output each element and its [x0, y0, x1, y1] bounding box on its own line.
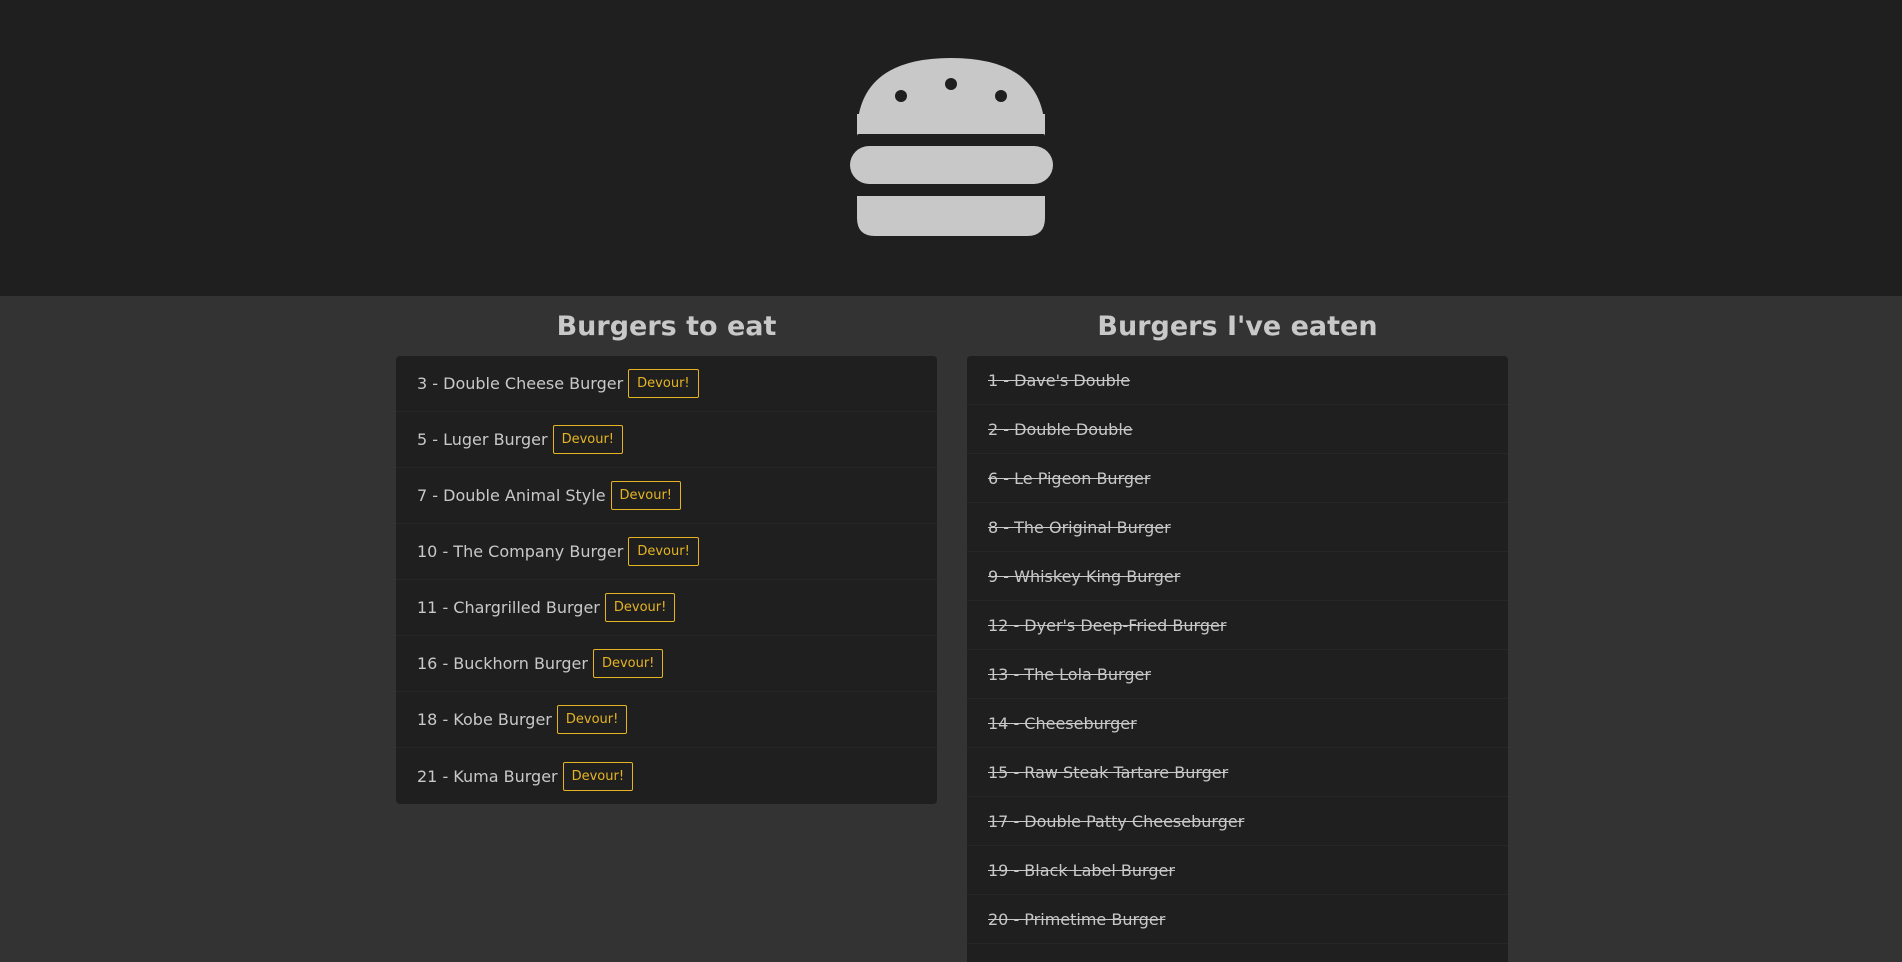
burgers-to-eat-title: Burgers to eat	[556, 311, 777, 342]
burger-name: 7 - Double Animal Style	[417, 486, 606, 505]
list-item-eaten: 20 - Primetime Burger	[967, 895, 1508, 944]
burgers-eaten-column: Burgers I've eaten 1 - Dave's Double 2 - …	[967, 296, 1508, 962]
devour-button[interactable]: Devour!	[604, 593, 676, 622]
list-item: 3 - Double Cheese Burger Devour!	[396, 356, 937, 412]
list-item-eaten: 1 - Dave's Double	[967, 356, 1508, 405]
burger-icon	[850, 58, 1053, 236]
burgers-eaten-list: 1 - Dave's Double 2 - Double Double 6 - Le…	[967, 356, 1508, 962]
burgers-to-eat-column: Burgers to eat 3 - Double Cheese Burger D…	[396, 296, 937, 804]
devour-button[interactable]: Devour!	[552, 425, 624, 454]
burger-name: 18 - Kobe Burger	[417, 710, 552, 729]
list-item-eaten: 13 - The Lola Burger	[967, 650, 1508, 699]
list-item: 10 - The Company Burger Devour!	[396, 524, 937, 580]
list-item-eaten: 14 - Cheeseburger	[967, 699, 1508, 748]
burger-name: 3 - Double Cheese Burger	[417, 374, 624, 393]
burger-name: 16 - Buckhorn Burger	[417, 654, 588, 673]
burger-name: 10 - The Company Burger	[417, 542, 624, 561]
burgers-to-eat-list: 3 - Double Cheese Burger Devour! 5 - Luger…	[396, 356, 937, 804]
list-item-eaten: 17 - Double Patty Cheeseburger	[967, 797, 1508, 846]
list-item: 11 - Chargrilled Burger Devour!	[396, 580, 937, 636]
list-item-eaten: 2 - Double Double	[967, 405, 1508, 454]
devour-button[interactable]: Devour!	[592, 649, 664, 678]
list-item-eaten: 15 - Raw Steak Tartare Burger	[967, 748, 1508, 797]
burgers-eaten-title: Burgers I've eaten	[1097, 311, 1378, 342]
devour-button[interactable]: Devour!	[628, 369, 699, 398]
devour-button[interactable]: Devour!	[628, 537, 699, 566]
list-item-eaten: 12 - Dyer's Deep-Fried Burger	[967, 601, 1508, 650]
list-item-eaten: 6 - Le Pigeon Burger	[967, 454, 1508, 503]
devour-button[interactable]: Devour!	[562, 761, 634, 791]
list-item: 18 - Kobe Burger Devour!	[396, 692, 937, 748]
list-item: 16 - Buckhorn Burger Devour!	[396, 636, 937, 692]
list-item-eaten: 9 - Whiskey King Burger	[967, 552, 1508, 601]
devour-button[interactable]: Devour!	[610, 481, 681, 510]
list-item-eaten: 8 - The Original Burger	[967, 503, 1508, 552]
burger-name: 21 - Kuma Burger	[417, 766, 558, 786]
list-item: 7 - Double Animal Style Devour!	[396, 468, 937, 524]
header	[0, 0, 1902, 296]
burger-name: 11 - Chargrilled Burger	[417, 598, 600, 617]
list-item: 21 - Kuma Burger Devour!	[396, 748, 937, 804]
burger-name: 5 - Luger Burger	[417, 430, 548, 449]
list-item: 5 - Luger Burger Devour!	[396, 412, 937, 468]
list-item-eaten: 19 - Black Label Burger	[967, 846, 1508, 895]
devour-button[interactable]: Devour!	[556, 705, 628, 734]
